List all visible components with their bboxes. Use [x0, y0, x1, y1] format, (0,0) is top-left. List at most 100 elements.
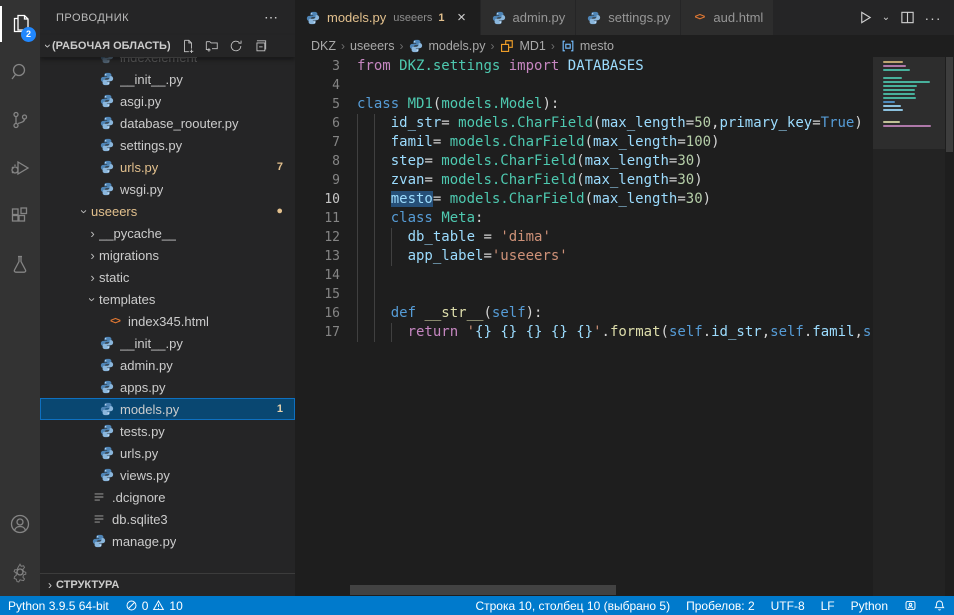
tree-item-label: templates	[99, 292, 155, 307]
bell-icon[interactable]	[925, 596, 954, 615]
source-control-icon[interactable]	[0, 96, 40, 144]
workspace-section-header[interactable]: › (РАБОЧАЯ ОБЛАСТЬ) ...	[40, 35, 295, 57]
python-interpreter-status[interactable]: Python 3.9.5 64-bit	[0, 596, 117, 615]
tree-item-manage.py[interactable]: manage.py	[40, 530, 295, 552]
cursor-position-status[interactable]: Строка 10, столбец 10 (выбрано 5)	[467, 596, 678, 615]
error-icon	[125, 599, 138, 612]
refresh-icon[interactable]	[228, 38, 244, 54]
python-icon	[99, 357, 115, 373]
more-actions-icon[interactable]: ···	[922, 6, 944, 30]
tree-item-.dcignore[interactable]: .dcignore	[40, 486, 295, 508]
new-folder-icon[interactable]	[204, 38, 220, 54]
tree-item-label: __pycache__	[99, 226, 176, 241]
settings-gear-icon[interactable]	[0, 548, 40, 596]
language-mode-status[interactable]: Python	[843, 596, 896, 615]
tab-models.py[interactable]: models.pyuseeers1×	[295, 0, 481, 35]
tree-item-label: settings.py	[120, 138, 182, 153]
tree-item-urls.py[interactable]: urls.py7	[40, 156, 295, 178]
code-line-12: 12 db_table = 'dima'	[295, 228, 873, 247]
breadcrumb-separator: ›	[551, 39, 555, 53]
breadcrumb-item-mesto[interactable]: mesto	[560, 38, 614, 54]
tree-item-models.py[interactable]: models.py1	[40, 398, 295, 420]
tree-item-label: db.sqlite3	[112, 512, 168, 527]
python-icon	[99, 335, 115, 351]
python-icon	[99, 93, 115, 109]
testing-icon[interactable]	[0, 240, 40, 288]
tree-item-templates[interactable]: ›templates	[40, 288, 295, 310]
explorer-icon[interactable]: 2	[0, 0, 40, 48]
breadcrumb-item-MD1[interactable]: MD1	[499, 38, 545, 54]
line-number: 14	[295, 266, 340, 285]
code-line-text: return '{} {} {} {} {}'.format(self.id_s…	[357, 323, 871, 342]
code-line-5: 5class MD1(models.Model):	[295, 95, 873, 114]
breadcrumb-label: models.py	[428, 39, 485, 53]
breadcrumb-label: useeers	[350, 39, 394, 53]
run-and-debug-icon[interactable]	[0, 144, 40, 192]
tree-item-wsgi.py[interactable]: wsgi.py	[40, 178, 295, 200]
chevron-closed-icon: ›	[86, 226, 99, 241]
indentation-status[interactable]: Пробелов: 2	[678, 596, 763, 615]
code-line-text: id_str= models.CharField(max_length=50,p…	[357, 114, 863, 133]
tab-admin.py[interactable]: admin.py	[481, 0, 577, 35]
horizontal-scrollbar[interactable]	[350, 585, 616, 595]
minimap[interactable]	[873, 57, 945, 596]
breadcrumb-separator: ›	[341, 39, 345, 53]
run-python-file-icon[interactable]	[854, 6, 876, 30]
tree-item-label: urls.py	[120, 446, 158, 461]
breadcrumb-item-DKZ[interactable]: DKZ	[311, 39, 336, 53]
tree-item-settings.py[interactable]: settings.py	[40, 134, 295, 156]
tree-item-database_roouter.py[interactable]: database_roouter.py	[40, 112, 295, 134]
tree-item-useeers[interactable]: ›useeers●	[40, 200, 295, 222]
tab-label: models.py	[327, 10, 386, 25]
feedback-icon[interactable]	[896, 596, 925, 615]
python-icon	[99, 401, 115, 417]
eol-status[interactable]: LF	[813, 596, 843, 615]
code-line-text: step= models.CharField(max_length=30)	[357, 152, 703, 171]
new-file-icon[interactable]	[180, 38, 196, 54]
tree-item-__init__.py[interactable]: __init__.py	[40, 68, 295, 90]
tree-item-tests.py[interactable]: tests.py	[40, 420, 295, 442]
line-number: 6	[295, 114, 340, 133]
tree-item-label: apps.py	[120, 380, 166, 395]
code-line-text: db_table = 'dima'	[357, 228, 551, 247]
code-line-text: zvan= models.CharField(max_length=30)	[357, 171, 703, 190]
tree-item-label: models.py	[120, 402, 179, 417]
tree-item-static[interactable]: ›static	[40, 266, 295, 288]
html-icon: <>	[691, 10, 707, 26]
tree-item-apps.py[interactable]: apps.py	[40, 376, 295, 398]
activity-bar-spacer	[0, 288, 40, 500]
tab-settings.py[interactable]: settings.py	[576, 0, 681, 35]
tree-item-__pycache__[interactable]: ›__pycache__	[40, 222, 295, 244]
tree-item-migrations[interactable]: ›migrations	[40, 244, 295, 266]
tree-item-asgi.py[interactable]: asgi.py	[40, 90, 295, 112]
encoding-status[interactable]: UTF-8	[763, 596, 813, 615]
code-line-text: from DKZ.settings import DATABASES	[357, 57, 644, 76]
vertical-scrollbar[interactable]	[945, 57, 954, 596]
sidebar-more-actions-icon[interactable]: ⋯	[264, 9, 279, 26]
tree-item-db.sqlite3[interactable]: db.sqlite3	[40, 508, 295, 530]
tree-item-admin.py[interactable]: admin.py	[40, 354, 295, 376]
tab-close-icon[interactable]: ×	[454, 10, 470, 25]
breadcrumb-item-useeers[interactable]: useeers	[350, 39, 394, 53]
tree-item-urls.py[interactable]: urls.py	[40, 442, 295, 464]
breadcrumb-item-models.py[interactable]: models.py	[408, 38, 485, 54]
tree-item-label: wsgi.py	[120, 182, 163, 197]
problems-status[interactable]: 0 10	[117, 596, 191, 615]
tree-item-label: __init__.py	[120, 336, 183, 351]
tree-item-__init__.py[interactable]: __init__.py	[40, 332, 295, 354]
account-icon[interactable]	[0, 500, 40, 548]
tab-label: settings.py	[608, 10, 670, 25]
collapse-all-icon[interactable]	[252, 38, 268, 54]
explorer-badge: 2	[21, 27, 36, 42]
sidebar-title: ПРОВОДНИК	[56, 12, 129, 24]
outline-section-header[interactable]: › СТРУКТУРА	[40, 573, 295, 596]
tree-item-index345.html[interactable]: <>index345.html	[40, 310, 295, 332]
split-editor-icon[interactable]	[896, 6, 918, 30]
code-editor[interactable]: 3from DKZ.settings import DATABASES45cla…	[295, 57, 873, 596]
tree-item-views.py[interactable]: views.py	[40, 464, 295, 486]
tab-aud.html[interactable]: <>aud.html	[681, 0, 774, 35]
code-line-8: 8 step= models.CharField(max_length=30)	[295, 152, 873, 171]
extensions-icon[interactable]	[0, 192, 40, 240]
search-icon[interactable]	[0, 48, 40, 96]
run-dropdown-icon[interactable]: ⌄	[880, 6, 892, 30]
